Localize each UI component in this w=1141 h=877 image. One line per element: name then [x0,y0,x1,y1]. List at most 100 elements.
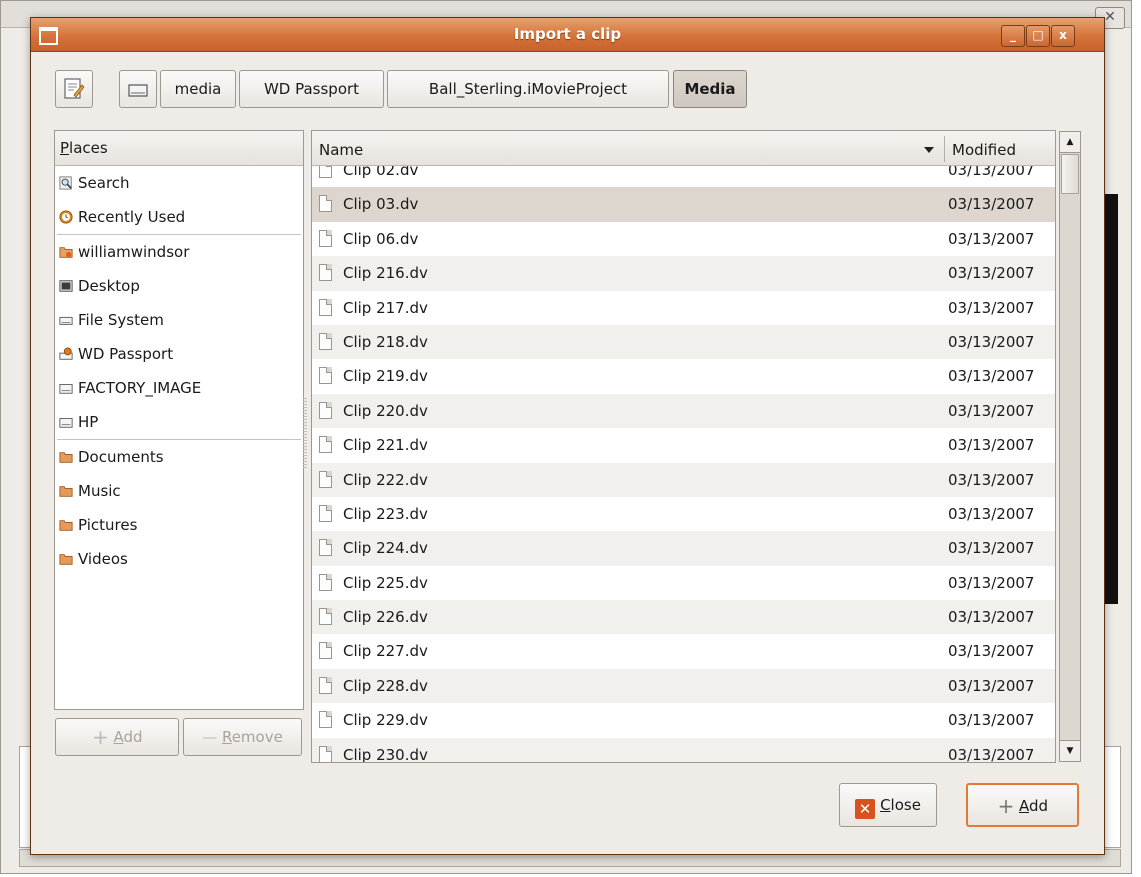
edit-location-icon [64,78,85,99]
file-row[interactable]: Clip 221.dv 03/13/2007 [312,428,1055,462]
file-modified: 03/13/2007 [948,367,1035,386]
file-row[interactable]: Clip 218.dv 03/13/2007 [312,324,1055,360]
file-row[interactable]: Clip 224.dv 03/13/2007 [312,531,1055,566]
file-name: Clip 227.dv [343,642,428,661]
file-name: Clip 216.dv [343,264,428,283]
drive-icon [128,84,148,97]
file-icon [319,608,332,626]
file-icon [319,711,332,729]
file-row-selected[interactable]: Clip 03.dv 03/13/2007 [312,187,1055,222]
place-pictures[interactable]: Pictures [55,508,303,542]
places-header[interactable]: Places [55,131,303,166]
file-icon [319,298,332,316]
folder-icon [59,554,73,565]
places-sidebar: Places Search Recently Used williamwinds… [54,130,304,710]
remove-place-label: emove [231,728,283,746]
file-modified: 03/13/2007 [948,711,1035,730]
file-rows: Clip 02.dv 03/13/2007 Clip 03.dv 03/13/200… [312,153,1055,762]
place-desktop[interactable]: Desktop [55,269,303,303]
file-icon [319,504,332,522]
file-icon [319,332,332,350]
remove-place-button[interactable]: — Remove [183,718,302,756]
places-header-label: laces [69,139,108,157]
file-row[interactable]: Clip 230.dv 03/13/2007 [312,737,1055,762]
file-icon [319,401,332,419]
desktop-icon [59,280,73,292]
place-search[interactable]: Search [55,166,303,200]
file-row[interactable]: Clip 229.dv 03/13/2007 [312,703,1055,737]
file-row[interactable]: Clip 220.dv 03/13/2007 [312,393,1055,429]
home-folder-icon [59,247,73,258]
file-name: Clip 225.dv [343,573,428,592]
file-name: Clip 03.dv [343,195,419,214]
file-icon [319,573,332,591]
place-label: Search [78,174,130,192]
place-file-system[interactable]: File System [55,303,303,337]
file-row[interactable]: Clip 226.dv 03/13/2007 [312,600,1055,635]
place-documents[interactable]: Documents [55,440,303,474]
place-label: HP [78,413,99,431]
place-label: Videos [78,550,128,568]
file-icon [319,745,332,762]
place-label: Desktop [78,277,140,295]
type-location-button[interactable] [55,70,93,108]
scroll-up-arrow-icon[interactable]: ▲ [1060,132,1080,153]
path-root-drive-button[interactable] [119,70,157,108]
file-row[interactable]: Clip 222.dv 03/13/2007 [312,462,1055,497]
maximize-button[interactable]: □ [1026,25,1050,47]
minus-icon: — [202,728,222,746]
file-modified: 03/13/2007 [948,264,1035,283]
path-segment-wd-passport[interactable]: WD Passport [239,70,384,108]
place-wd-passport[interactable]: WD Passport [55,337,303,371]
place-home[interactable]: williamwindsor [55,235,303,269]
path-segment-project[interactable]: Ball_Sterling.iMovieProject [387,70,669,108]
add-place-button[interactable]: + Add [55,718,179,756]
plus-icon: + [92,725,109,749]
file-modified: 03/13/2007 [948,332,1035,351]
file-name: Clip 218.dv [343,332,428,351]
file-icon [319,539,332,557]
path-segment-media[interactable]: media [160,70,236,108]
place-videos[interactable]: Videos [55,542,303,576]
close-button[interactable]: ✕ Close [839,783,937,827]
file-list: Name Modified Clip 02.dv 03/13/2007 Clip … [311,130,1056,763]
scroll-thumb[interactable] [1061,154,1079,194]
file-row[interactable]: Clip 216.dv 03/13/2007 [312,256,1055,291]
file-modified: 03/13/2007 [948,298,1035,317]
minimize-button[interactable]: _ [1001,25,1025,47]
place-music[interactable]: Music [55,474,303,508]
column-modified-header[interactable]: Modified [952,131,1016,169]
path-segment-current[interactable]: Media [673,70,747,108]
file-row[interactable]: Clip 223.dv 03/13/2007 [312,497,1055,531]
file-row[interactable]: Clip 06.dv 03/13/2007 [312,222,1055,256]
file-row[interactable]: Clip 225.dv 03/13/2007 [312,566,1055,600]
file-icon [319,676,332,694]
sort-descending-icon[interactable] [924,147,934,153]
column-name-header[interactable]: Name [319,131,363,169]
scroll-down-arrow-icon[interactable]: ▼ [1060,740,1080,761]
file-row[interactable]: Clip 228.dv 03/13/2007 [312,668,1055,704]
title-bar[interactable]: Import a clip _ □ x [31,18,1104,52]
file-row[interactable]: Clip 227.dv 03/13/2007 [312,634,1055,668]
file-name: Clip 228.dv [343,676,428,695]
close-mnemonic: C [880,796,891,814]
file-list-scrollbar[interactable]: ▲ ▼ [1059,131,1081,762]
file-name: Clip 221.dv [343,436,428,455]
file-modified: 03/13/2007 [948,539,1035,558]
file-modified: 03/13/2007 [948,608,1035,627]
file-modified: 03/13/2007 [948,401,1035,420]
place-factory-image[interactable]: FACTORY_IMAGE [55,371,303,405]
close-window-button[interactable]: x [1051,25,1075,47]
folder-icon [59,486,73,497]
column-divider[interactable] [944,136,945,162]
add-button[interactable]: + Add [966,783,1079,827]
place-label: File System [78,311,164,329]
background-video-preview [1104,194,1118,604]
add-label: dd [1028,797,1049,815]
file-row[interactable]: Clip 217.dv 03/13/2007 [312,291,1055,325]
place-recently-used[interactable]: Recently Used [55,200,303,234]
close-label: lose [890,796,921,814]
place-hp[interactable]: HP [55,405,303,439]
file-row[interactable]: Clip 219.dv 03/13/2007 [312,359,1055,393]
pane-splitter-handle[interactable] [303,398,307,468]
